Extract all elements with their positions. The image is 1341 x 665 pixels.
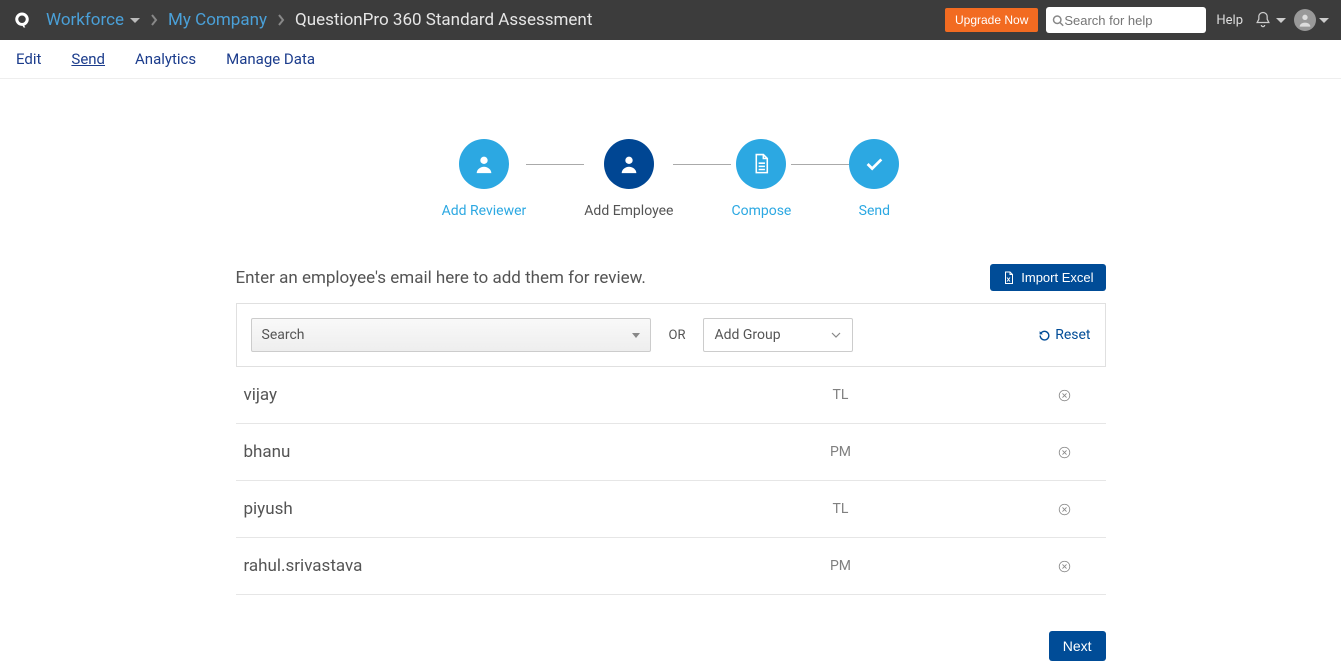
employee-row: piyushTL xyxy=(236,481,1106,538)
close-circle-icon xyxy=(1058,389,1071,402)
caret-down-icon xyxy=(1319,18,1329,23)
caret-down-icon xyxy=(130,18,140,23)
employee-row: bhanuPM xyxy=(236,424,1106,481)
employee-list: vijayTLbhanuPMpiyushTLrahul.srivastavaPM xyxy=(236,367,1106,595)
product-switcher[interactable]: Workforce xyxy=(40,10,146,30)
tab-analytics[interactable]: Analytics xyxy=(135,50,196,68)
employee-name: vijay xyxy=(244,385,624,405)
step-label: Add Reviewer xyxy=(442,203,527,219)
help-link[interactable]: Help xyxy=(1214,13,1245,28)
main-content: Add Reviewer Add Employee Compose Send E… xyxy=(236,139,1106,595)
employee-name: piyush xyxy=(244,499,624,519)
tab-manage-data[interactable]: Manage Data xyxy=(226,50,315,68)
help-search[interactable] xyxy=(1046,7,1206,33)
step-label: Add Employee xyxy=(584,203,673,219)
add-group-dropdown[interactable]: Add Group xyxy=(703,318,853,352)
global-header: Workforce My Company QuestionPro 360 Sta… xyxy=(0,0,1341,40)
employee-role: PM xyxy=(624,444,1058,460)
close-circle-icon xyxy=(1058,560,1071,573)
search-dropdown[interactable]: Search xyxy=(251,318,651,352)
brand-logo-icon xyxy=(12,10,32,30)
or-label: OR xyxy=(669,328,686,343)
account-menu[interactable] xyxy=(1294,9,1329,31)
tab-edit[interactable]: Edit xyxy=(16,50,41,68)
employee-row: vijayTL xyxy=(236,367,1106,424)
next-button[interactable]: Next xyxy=(1049,631,1106,661)
reset-button[interactable]: Reset xyxy=(1038,327,1090,343)
triangle-down-icon xyxy=(632,333,640,338)
remove-employee-button[interactable] xyxy=(1058,389,1098,402)
employee-row: rahul.srivastavaPM xyxy=(236,538,1106,595)
import-excel-button[interactable]: Import Excel xyxy=(990,264,1105,291)
import-excel-label: Import Excel xyxy=(1021,270,1093,285)
step-compose[interactable]: Compose xyxy=(731,139,791,219)
step-add-reviewer[interactable]: Add Reviewer xyxy=(442,139,527,219)
filter-panel: Search OR Add Group Reset xyxy=(236,303,1106,367)
document-icon xyxy=(736,139,786,189)
chevron-down-icon xyxy=(830,329,842,341)
avatar-icon xyxy=(1294,9,1316,31)
remove-employee-button[interactable] xyxy=(1058,446,1098,459)
step-connector xyxy=(673,164,731,165)
breadcrumb-current: QuestionPro 360 Standard Assessment xyxy=(289,10,598,30)
user-icon xyxy=(459,139,509,189)
upgrade-button[interactable]: Upgrade Now xyxy=(945,8,1038,32)
close-circle-icon xyxy=(1058,503,1071,516)
step-send[interactable]: Send xyxy=(849,139,899,219)
chevron-right-icon xyxy=(146,14,162,26)
remove-employee-button[interactable] xyxy=(1058,560,1098,573)
add-group-label: Add Group xyxy=(714,327,780,343)
file-excel-icon xyxy=(1002,271,1015,285)
step-add-employee[interactable]: Add Employee xyxy=(584,139,673,219)
step-label: Send xyxy=(859,203,890,219)
remove-employee-button[interactable] xyxy=(1058,503,1098,516)
help-search-input[interactable] xyxy=(1064,13,1200,28)
undo-icon xyxy=(1038,329,1051,342)
tab-send[interactable]: Send xyxy=(71,50,105,68)
step-connector xyxy=(791,164,849,165)
close-circle-icon xyxy=(1058,446,1071,459)
step-connector xyxy=(526,164,584,165)
employee-role: PM xyxy=(624,558,1058,574)
employee-name: bhanu xyxy=(244,442,624,462)
breadcrumb-company[interactable]: My Company xyxy=(162,10,273,30)
employee-name: rahul.srivastava xyxy=(244,556,624,576)
caret-down-icon xyxy=(1276,18,1286,23)
user-icon xyxy=(604,139,654,189)
wizard-steps: Add Reviewer Add Employee Compose Send xyxy=(236,139,1106,219)
bell-icon xyxy=(1253,10,1273,30)
instruction-row: Enter an employee's email here to add th… xyxy=(236,264,1106,291)
employee-role: TL xyxy=(624,387,1058,403)
check-icon xyxy=(849,139,899,189)
reset-label: Reset xyxy=(1055,327,1090,343)
step-label: Compose xyxy=(731,203,791,219)
instruction-text: Enter an employee's email here to add th… xyxy=(236,268,646,288)
search-dropdown-label: Search xyxy=(262,327,305,343)
tab-nav: Edit Send Analytics Manage Data xyxy=(0,40,1341,79)
employee-role: TL xyxy=(624,501,1058,517)
chevron-right-icon xyxy=(273,14,289,26)
search-icon xyxy=(1052,14,1064,27)
header-right: Upgrade Now Help xyxy=(945,7,1329,33)
notifications-button[interactable] xyxy=(1253,10,1286,30)
